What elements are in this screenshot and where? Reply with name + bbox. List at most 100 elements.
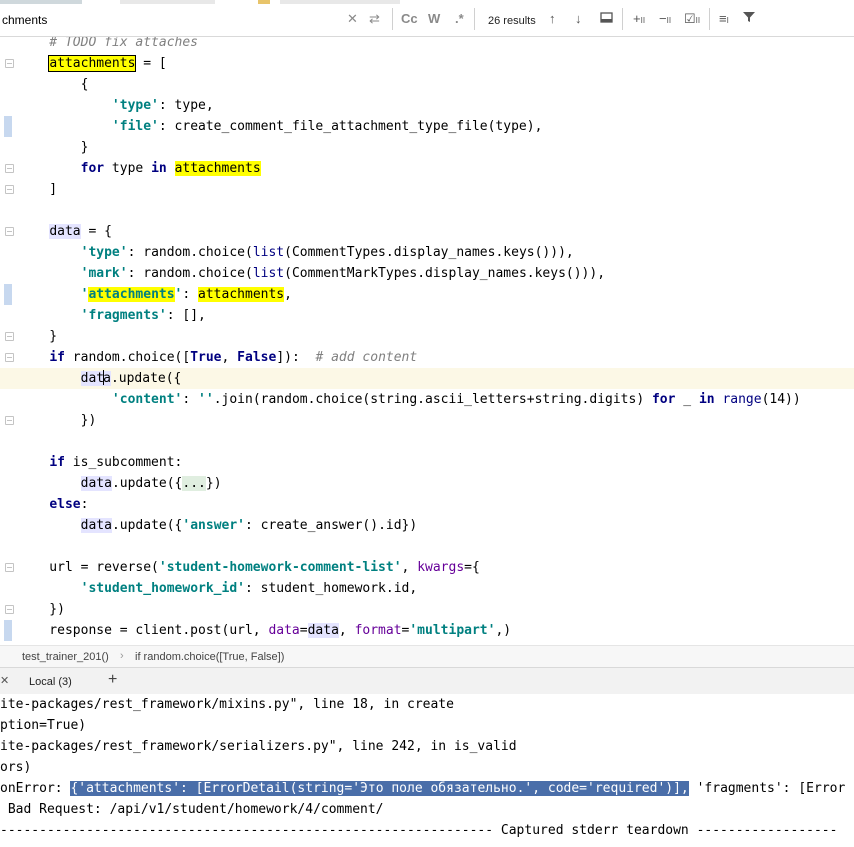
code-line[interactable] xyxy=(0,200,854,221)
code-token: attachments xyxy=(198,287,285,302)
console-line[interactable]: ite-packages/rest_framework/mixins.py", … xyxy=(0,694,454,715)
code-line[interactable]: 'attachments': attachments, xyxy=(0,284,854,305)
code-token: data xyxy=(49,224,81,239)
breadcrumb-item-statement[interactable]: if random.choice([True, False]) xyxy=(135,651,284,663)
add-tab-icon[interactable]: + xyxy=(108,671,117,689)
code-token: = xyxy=(299,623,308,638)
close-tab-icon[interactable]: ✕ xyxy=(0,674,9,687)
select-all-icon[interactable]: ☑II xyxy=(684,11,700,27)
filter-popup-icon[interactable] xyxy=(600,11,613,27)
code-token: a xyxy=(103,371,111,386)
code-line[interactable]: 'student_homework_id': student_homework.… xyxy=(0,578,854,599)
code-line[interactable]: 'content': ''.join(random.choice(string.… xyxy=(0,389,854,410)
toolbar-separator xyxy=(392,8,393,30)
code-token: in xyxy=(151,161,167,176)
code-token: list xyxy=(252,245,285,260)
code-token: .update({ xyxy=(111,476,183,491)
console-token: onError: xyxy=(0,781,71,796)
whole-word-icon[interactable]: W xyxy=(428,11,440,26)
code-token: = [ xyxy=(135,56,167,71)
code-line[interactable]: data.update({'answer': create_answer().i… xyxy=(0,515,854,536)
code-line[interactable] xyxy=(0,536,854,557)
multiline-icon[interactable]: ≡I xyxy=(719,11,729,26)
run-tool-window-tabs: ✕ Local (3) + xyxy=(0,667,854,696)
console-line[interactable]: ----------------------------------------… xyxy=(0,820,837,841)
code-token: : [], xyxy=(166,308,206,323)
code-token: data xyxy=(80,476,112,491)
code-line[interactable]: url = reverse('student-homework-comment-… xyxy=(0,557,854,578)
breadcrumb-item-function[interactable]: test_trainer_201() xyxy=(22,651,109,663)
console-line[interactable]: ption=True) xyxy=(0,715,86,736)
code-line[interactable]: }) xyxy=(0,410,854,431)
remove-selection-icon[interactable]: −II xyxy=(659,11,671,26)
code-token: } xyxy=(18,140,89,155)
search-input[interactable]: chments xyxy=(2,13,47,27)
code-token: for xyxy=(651,392,676,407)
code-line[interactable]: } xyxy=(0,326,854,347)
code-line[interactable]: data.update({...}) xyxy=(0,473,854,494)
code-line[interactable]: data.update({ xyxy=(0,368,854,389)
code-token: False xyxy=(237,350,277,365)
code-token: ={ xyxy=(464,560,480,575)
code-token: for xyxy=(80,161,105,176)
code-line[interactable]: { xyxy=(0,74,854,95)
code-token: : random.choice( xyxy=(127,266,253,281)
close-icon[interactable]: ✕ xyxy=(347,11,358,27)
code-line[interactable]: ] xyxy=(0,179,854,200)
code-line[interactable]: for type in attachments xyxy=(0,158,854,179)
code-line[interactable]: if random.choice([True, False]): # add c… xyxy=(0,347,854,368)
add-selection-icon[interactable]: +II xyxy=(633,11,645,26)
code-token: }) xyxy=(18,413,97,428)
code-token: dat xyxy=(80,371,105,386)
code-token: # TODO fix attaches xyxy=(18,37,199,50)
prev-occurrence-icon[interactable]: ↑ xyxy=(549,11,556,26)
code-token: 'multipart' xyxy=(409,623,496,638)
code-line[interactable]: 'mark': random.choice(list(CommentMarkTy… xyxy=(0,263,854,284)
console-token: ite-packages/rest_framework/serializers.… xyxy=(0,739,517,754)
tab-local[interactable]: Local (3) xyxy=(29,676,72,688)
code-line[interactable]: } xyxy=(0,137,854,158)
toolbar-separator xyxy=(709,8,710,30)
toolbar-separator xyxy=(474,8,475,30)
console-line[interactable]: Bad Request: /api/v1/student/homework/4/… xyxy=(0,799,384,820)
code-token: (CommentMarkTypes.display_names.keys()))… xyxy=(284,266,606,281)
code-token: } xyxy=(18,329,58,344)
code-line[interactable]: else: xyxy=(0,494,854,515)
code-token: : create_comment_file_attachment_type_fi… xyxy=(158,119,543,134)
console-line[interactable]: . xyxy=(0,841,24,847)
code-token: format xyxy=(354,623,402,638)
console-line[interactable]: ite-packages/rest_framework/serializers.… xyxy=(0,736,517,757)
code-line[interactable]: # TODO fix attaches xyxy=(0,37,854,53)
console-line[interactable]: onError: {'attachments': [ErrorDetail(st… xyxy=(0,778,845,799)
code-line[interactable]: 'fragments': [], xyxy=(0,305,854,326)
next-occurrence-icon[interactable]: ↓ xyxy=(575,11,582,26)
console-token: {'attachments': [ErrorDetail(string='Это… xyxy=(70,781,689,796)
code-token: url = reverse( xyxy=(18,560,159,575)
code-line[interactable]: 'file': create_comment_file_attachment_t… xyxy=(0,116,854,137)
code-line[interactable] xyxy=(0,431,854,452)
console-output[interactable]: ite-packages/rest_framework/mixins.py", … xyxy=(0,694,854,847)
code-line[interactable]: attachments = [ xyxy=(0,53,854,74)
code-token: 'type' xyxy=(80,245,128,260)
code-token: .join(random.choice(string.ascii_letters… xyxy=(213,392,652,407)
code-editor[interactable]: # TODO fix attaches attachments = [ { 't… xyxy=(0,37,854,645)
code-token: }) xyxy=(205,476,222,491)
regex-icon[interactable]: .* xyxy=(455,11,464,26)
code-token: (14)) xyxy=(761,392,801,407)
code-line[interactable]: if is_subcomment: xyxy=(0,452,854,473)
match-case-icon[interactable]: Cc xyxy=(401,11,418,26)
filter-icon[interactable] xyxy=(743,11,755,26)
code-line[interactable]: 'type': random.choice(list(CommentTypes.… xyxy=(0,242,854,263)
code-token: : xyxy=(182,392,199,407)
code-line[interactable]: }) xyxy=(0,599,854,620)
code-line[interactable]: 'type': type, xyxy=(0,95,854,116)
code-line[interactable]: data = { xyxy=(0,221,854,242)
console-line[interactable]: ors) xyxy=(0,757,31,778)
replace-icon[interactable]: ⇄ xyxy=(369,11,380,27)
code-token: if xyxy=(49,350,65,365)
code-line[interactable]: response = client.post(url, data=data, f… xyxy=(0,620,854,641)
